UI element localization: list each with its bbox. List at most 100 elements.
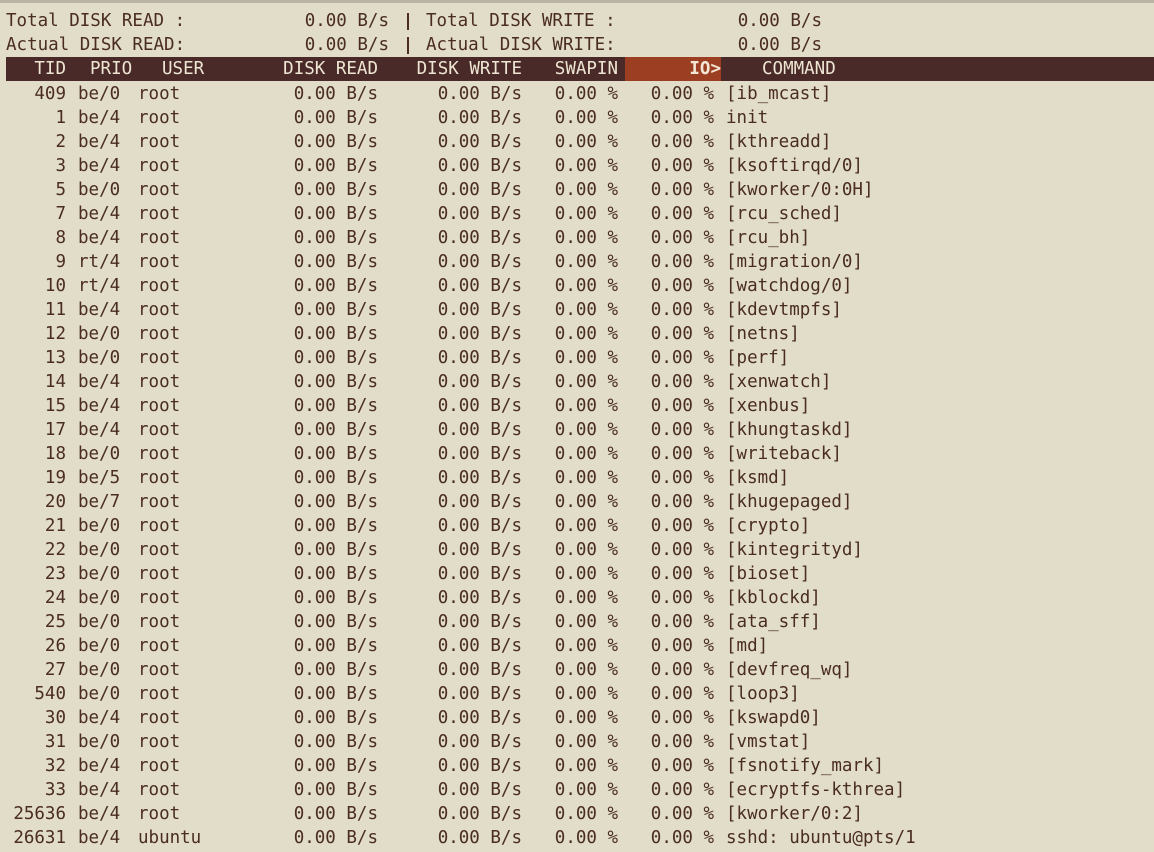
user-cell: root xyxy=(138,156,181,176)
io-cell: 0.00 % xyxy=(650,228,714,248)
column-disk-read[interactable]: DISK READ xyxy=(270,57,378,81)
prio-cell: be/5 xyxy=(78,468,121,488)
disk-read-cell: 0.00 B/s xyxy=(293,276,378,296)
tid-cell: 25636 xyxy=(13,804,66,824)
prio-cell: be/4 xyxy=(78,300,121,320)
io-cell: 0.00 % xyxy=(650,684,714,704)
prio-cell: be/4 xyxy=(78,108,121,128)
process-row[interactable]: 7 be/4 root 0.00 B/s 0.00 B/s 0.00 % 0.0… xyxy=(0,202,1154,226)
disk-read-cell: 0.00 B/s xyxy=(293,588,378,608)
prio-cell: be/4 xyxy=(78,828,121,848)
swapin-cell: 0.00 % xyxy=(554,372,618,392)
column-command[interactable]: COMMAND xyxy=(762,57,836,81)
swapin-cell: 0.00 % xyxy=(554,636,618,656)
process-row[interactable]: 409 be/0 root 0.00 B/s 0.00 B/s 0.00 % 0… xyxy=(0,82,1154,106)
disk-read-cell: 0.00 B/s xyxy=(293,612,378,632)
process-row[interactable]: 32 be/4 root 0.00 B/s 0.00 B/s 0.00 % 0.… xyxy=(0,754,1154,778)
process-row[interactable]: 30 be/4 root 0.00 B/s 0.00 B/s 0.00 % 0.… xyxy=(0,706,1154,730)
swapin-cell: 0.00 % xyxy=(554,252,618,272)
process-row[interactable]: 24 be/0 root 0.00 B/s 0.00 B/s 0.00 % 0.… xyxy=(0,586,1154,610)
swapin-cell: 0.00 % xyxy=(554,492,618,512)
process-row[interactable]: 5 be/0 root 0.00 B/s 0.00 B/s 0.00 % 0.0… xyxy=(0,178,1154,202)
total-read-label: Total DISK READ : xyxy=(6,11,186,31)
disk-write-cell: 0.00 B/s xyxy=(437,372,522,392)
process-row[interactable]: 1 be/4 root 0.00 B/s 0.00 B/s 0.00 % 0.0… xyxy=(0,106,1154,130)
process-row[interactable]: 2 be/4 root 0.00 B/s 0.00 B/s 0.00 % 0.0… xyxy=(0,130,1154,154)
io-cell: 0.00 % xyxy=(650,612,714,632)
process-row[interactable]: 13 be/0 root 0.00 B/s 0.00 B/s 0.00 % 0.… xyxy=(0,346,1154,370)
process-row[interactable]: 8 be/4 root 0.00 B/s 0.00 B/s 0.00 % 0.0… xyxy=(0,226,1154,250)
sorted-column-highlight[interactable]: IO> xyxy=(625,57,721,81)
process-row[interactable]: 540 be/0 root 0.00 B/s 0.00 B/s 0.00 % 0… xyxy=(0,682,1154,706)
column-disk-write[interactable]: DISK WRITE xyxy=(402,57,522,81)
total-write-label: Total DISK WRITE : xyxy=(426,11,616,31)
disk-write-cell: 0.00 B/s xyxy=(437,324,522,344)
user-cell: root xyxy=(138,636,181,656)
swapin-cell: 0.00 % xyxy=(554,180,618,200)
process-row[interactable]: 12 be/0 root 0.00 B/s 0.00 B/s 0.00 % 0.… xyxy=(0,322,1154,346)
disk-write-cell: 0.00 B/s xyxy=(437,828,522,848)
column-user[interactable]: USER xyxy=(162,57,204,81)
process-row[interactable]: 27 be/0 root 0.00 B/s 0.00 B/s 0.00 % 0.… xyxy=(0,658,1154,682)
prio-cell: be/4 xyxy=(78,228,121,248)
io-cell: 0.00 % xyxy=(650,132,714,152)
io-cell: 0.00 % xyxy=(650,108,714,128)
process-row[interactable]: 11 be/4 root 0.00 B/s 0.00 B/s 0.00 % 0.… xyxy=(0,298,1154,322)
process-row[interactable]: 19 be/5 root 0.00 B/s 0.00 B/s 0.00 % 0.… xyxy=(0,466,1154,490)
process-row[interactable]: 17 be/4 root 0.00 B/s 0.00 B/s 0.00 % 0.… xyxy=(0,418,1154,442)
process-row[interactable]: 26631 be/4 ubuntu 0.00 B/s 0.00 B/s 0.00… xyxy=(0,826,1154,850)
disk-write-cell: 0.00 B/s xyxy=(437,564,522,584)
column-swapin[interactable]: SWAPIN xyxy=(546,57,618,81)
process-row[interactable]: 14 be/4 root 0.00 B/s 0.00 B/s 0.00 % 0.… xyxy=(0,370,1154,394)
swapin-cell: 0.00 % xyxy=(554,444,618,464)
io-cell: 0.00 % xyxy=(650,732,714,752)
prio-cell: be/0 xyxy=(78,180,121,200)
process-row[interactable]: 10 rt/4 root 0.00 B/s 0.00 B/s 0.00 % 0.… xyxy=(0,274,1154,298)
tid-cell: 25 xyxy=(44,612,66,632)
process-row[interactable]: 25636 be/4 root 0.00 B/s 0.00 B/s 0.00 %… xyxy=(0,802,1154,826)
actual-write-value: 0.00 B/s xyxy=(737,35,822,55)
user-cell: root xyxy=(138,780,181,800)
process-row[interactable]: 33 be/4 root 0.00 B/s 0.00 B/s 0.00 % 0.… xyxy=(0,778,1154,802)
user-cell: root xyxy=(138,540,181,560)
process-row[interactable]: 15 be/4 root 0.00 B/s 0.00 B/s 0.00 % 0.… xyxy=(0,394,1154,418)
column-tid[interactable]: TID xyxy=(6,57,66,81)
disk-read-cell: 0.00 B/s xyxy=(293,372,378,392)
process-row[interactable]: 22 be/0 root 0.00 B/s 0.00 B/s 0.00 % 0.… xyxy=(0,538,1154,562)
tid-cell: 2 xyxy=(55,132,66,152)
tid-cell: 540 xyxy=(34,684,66,704)
tid-cell: 15 xyxy=(44,396,66,416)
disk-write-cell: 0.00 B/s xyxy=(437,300,522,320)
process-row[interactable]: 21 be/0 root 0.00 B/s 0.00 B/s 0.00 % 0.… xyxy=(0,514,1154,538)
process-row[interactable]: 3 be/4 root 0.00 B/s 0.00 B/s 0.00 % 0.0… xyxy=(0,154,1154,178)
process-row[interactable]: 20 be/7 root 0.00 B/s 0.00 B/s 0.00 % 0.… xyxy=(0,490,1154,514)
disk-write-cell: 0.00 B/s xyxy=(437,756,522,776)
tid-cell: 17 xyxy=(44,420,66,440)
column-io[interactable]: IO> xyxy=(625,57,721,81)
prio-cell: be/0 xyxy=(78,732,121,752)
disk-write-cell: 0.00 B/s xyxy=(437,396,522,416)
process-row[interactable]: 31 be/0 root 0.00 B/s 0.00 B/s 0.00 % 0.… xyxy=(0,730,1154,754)
disk-read-cell: 0.00 B/s xyxy=(293,324,378,344)
io-cell: 0.00 % xyxy=(650,420,714,440)
swapin-cell: 0.00 % xyxy=(554,396,618,416)
prio-cell: rt/4 xyxy=(78,252,121,272)
disk-read-cell: 0.00 B/s xyxy=(293,300,378,320)
tid-cell: 24 xyxy=(44,588,66,608)
command-cell: [vmstat] xyxy=(726,732,811,752)
process-row[interactable]: 25 be/0 root 0.00 B/s 0.00 B/s 0.00 % 0.… xyxy=(0,610,1154,634)
disk-read-cell: 0.00 B/s xyxy=(293,204,378,224)
process-row[interactable]: 26 be/0 root 0.00 B/s 0.00 B/s 0.00 % 0.… xyxy=(0,634,1154,658)
swapin-cell: 0.00 % xyxy=(554,468,618,488)
disk-write-cell: 0.00 B/s xyxy=(437,444,522,464)
command-cell: [fsnotify_mark] xyxy=(726,756,885,776)
process-row[interactable]: 23 be/0 root 0.00 B/s 0.00 B/s 0.00 % 0.… xyxy=(0,562,1154,586)
disk-read-cell: 0.00 B/s xyxy=(293,804,378,824)
column-prio[interactable]: PRIO xyxy=(90,57,132,81)
prio-cell: be/0 xyxy=(78,636,121,656)
process-row[interactable]: 18 be/0 root 0.00 B/s 0.00 B/s 0.00 % 0.… xyxy=(0,442,1154,466)
total-disk-summary: Total DISK READ : 0.00 B/s Total DISK WR… xyxy=(0,9,1154,33)
disk-read-cell: 0.00 B/s xyxy=(293,636,378,656)
process-row[interactable]: 9 rt/4 root 0.00 B/s 0.00 B/s 0.00 % 0.0… xyxy=(0,250,1154,274)
tid-cell: 3 xyxy=(55,156,66,176)
